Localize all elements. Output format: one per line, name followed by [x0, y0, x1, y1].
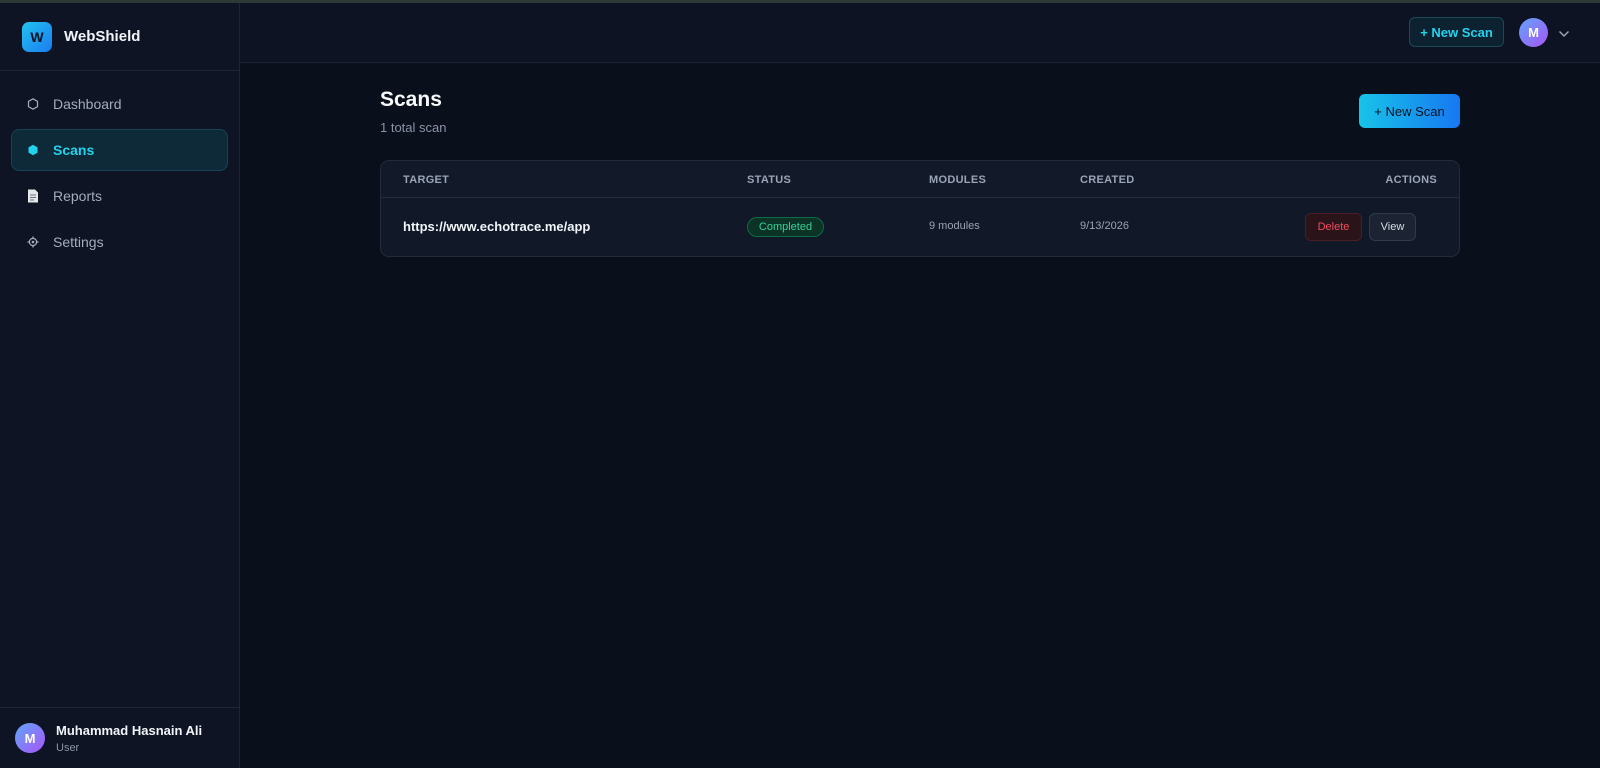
- view-button[interactable]: View: [1369, 213, 1416, 241]
- hexagon-filled-icon: [26, 143, 40, 157]
- user-role: User: [56, 741, 80, 754]
- new-scan-button[interactable]: + New Scan: [1359, 94, 1460, 128]
- hexagon-outline-icon: [26, 97, 40, 111]
- sidebar-item-label: Reports: [53, 188, 103, 204]
- column-header-modules: MODULES: [929, 174, 987, 186]
- main-content: Scans 1 total scan + New Scan TARGET STA…: [240, 63, 1600, 768]
- page-title: Scans: [380, 88, 442, 111]
- page-subtitle: 1 total scan: [380, 120, 447, 135]
- sidebar-item-reports[interactable]: Reports: [11, 175, 228, 217]
- sidebar-nav: Dashboard Scans Reports Settings: [0, 71, 239, 279]
- scan-created-date: 9/13/2026: [1080, 220, 1129, 232]
- avatar: M: [15, 723, 45, 753]
- sidebar-item-scans[interactable]: Scans: [11, 129, 228, 171]
- chevron-down-icon[interactable]: [1558, 25, 1570, 43]
- delete-button[interactable]: Delete: [1305, 213, 1362, 241]
- sidebar-item-label: Dashboard: [53, 96, 122, 112]
- app-logo: W: [22, 21, 52, 52]
- column-header-status: STATUS: [747, 174, 792, 186]
- user-name: Muhammad Hasnain Ali: [56, 722, 203, 738]
- column-header-created: CREATED: [1080, 174, 1135, 186]
- sidebar-item-dashboard[interactable]: Dashboard: [11, 83, 228, 125]
- scans-table: TARGET STATUS MODULES CREATED ACTIONS ht…: [380, 160, 1460, 257]
- column-header-actions: ACTIONS: [1385, 174, 1437, 186]
- sidebar-item-label: Settings: [53, 234, 104, 250]
- scan-modules: 9 modules: [929, 220, 980, 232]
- top-bar: + New Scan M: [240, 3, 1600, 63]
- sidebar-item-settings[interactable]: Settings: [11, 221, 228, 263]
- scan-target[interactable]: https://www.echotrace.me/app: [403, 219, 590, 234]
- table-row: https://www.echotrace.me/app Completed 9…: [381, 198, 1459, 256]
- sidebar: W WebShield Dashboard Scans Reports Sett…: [0, 3, 240, 768]
- table-header: TARGET STATUS MODULES CREATED ACTIONS: [381, 161, 1459, 198]
- app-name: WebShield: [64, 28, 141, 45]
- gear-icon: [26, 235, 40, 249]
- topbar-new-scan-button[interactable]: + New Scan: [1409, 17, 1504, 47]
- sidebar-item-label: Scans: [53, 142, 95, 158]
- topbar-avatar[interactable]: M: [1519, 18, 1548, 47]
- status-badge: Completed: [747, 217, 824, 237]
- column-header-target: TARGET: [403, 174, 450, 186]
- brand[interactable]: W WebShield: [0, 3, 239, 71]
- sidebar-user[interactable]: M Muhammad Hasnain Ali User: [0, 707, 239, 768]
- document-icon: [26, 189, 40, 203]
